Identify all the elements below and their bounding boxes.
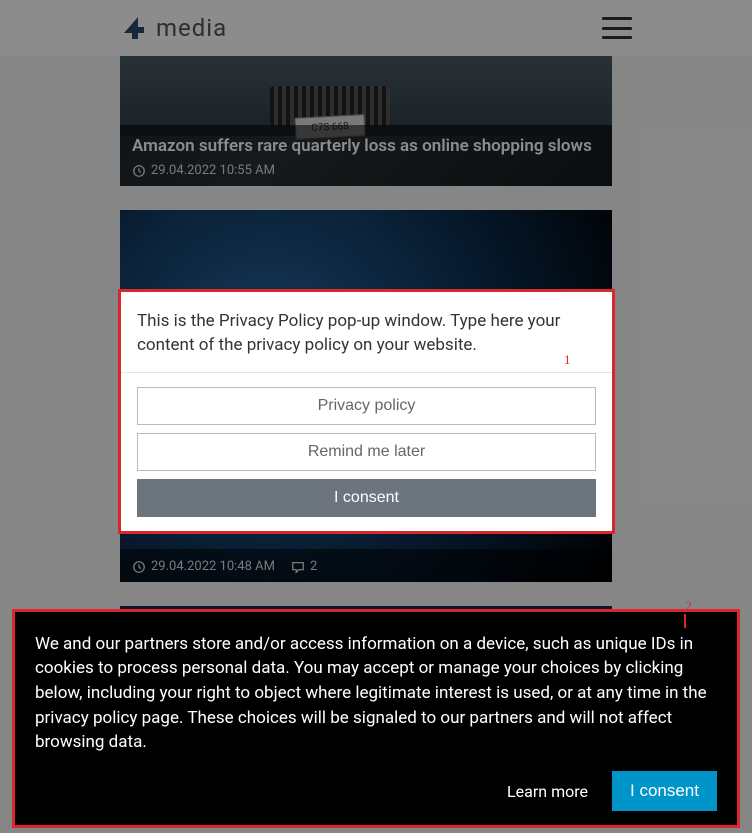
article-meta: 29.04.2022 10:48 AM 2 (132, 559, 600, 574)
article-timestamp: 29.04.2022 10:55 AM (151, 163, 275, 178)
clock-icon (132, 560, 146, 574)
clock-icon (132, 164, 146, 178)
article-comment-count: 2 (310, 559, 317, 574)
privacy-popup-modal: This is the Privacy Policy pop-up window… (118, 289, 615, 534)
article-overlay: Amazon suffers rare quarterly loss as on… (120, 125, 612, 186)
cookie-banner-actions: Learn more I consent (35, 771, 717, 811)
article-overlay: 29.04.2022 10:48 AM 2 (120, 549, 612, 582)
article-meta: 29.04.2022 10:55 AM (132, 163, 600, 178)
annotation-label-2: 2 (686, 598, 693, 614)
site-logo[interactable]: media (120, 13, 227, 43)
remind-later-button[interactable]: Remind me later (137, 433, 596, 471)
annotation-pointer-line (684, 614, 686, 628)
privacy-policy-button[interactable]: Privacy policy (137, 387, 596, 425)
annotation-label-1: 1 (564, 352, 571, 368)
consent-button[interactable]: I consent (137, 479, 596, 517)
cookie-consent-button[interactable]: I consent (612, 771, 717, 811)
comment-icon (291, 560, 305, 574)
logo-text: media (156, 14, 227, 42)
divider (121, 372, 612, 373)
cookie-consent-banner: We and our partners store and/or access … (12, 609, 740, 828)
article-card[interactable]: C7S·668 Amazon suffers rare quarterly lo… (120, 56, 612, 186)
learn-more-link[interactable]: Learn more (507, 782, 588, 801)
logo-mark-icon (120, 13, 150, 43)
article-timestamp: 29.04.2022 10:48 AM (151, 559, 275, 574)
site-header: media (0, 0, 752, 56)
privacy-popup-body: This is the Privacy Policy pop-up window… (137, 310, 596, 358)
cookie-banner-body: We and our partners store and/or access … (35, 632, 717, 755)
article-title: Amazon suffers rare quarterly loss as on… (132, 135, 600, 157)
menu-hamburger-icon[interactable] (602, 17, 632, 39)
